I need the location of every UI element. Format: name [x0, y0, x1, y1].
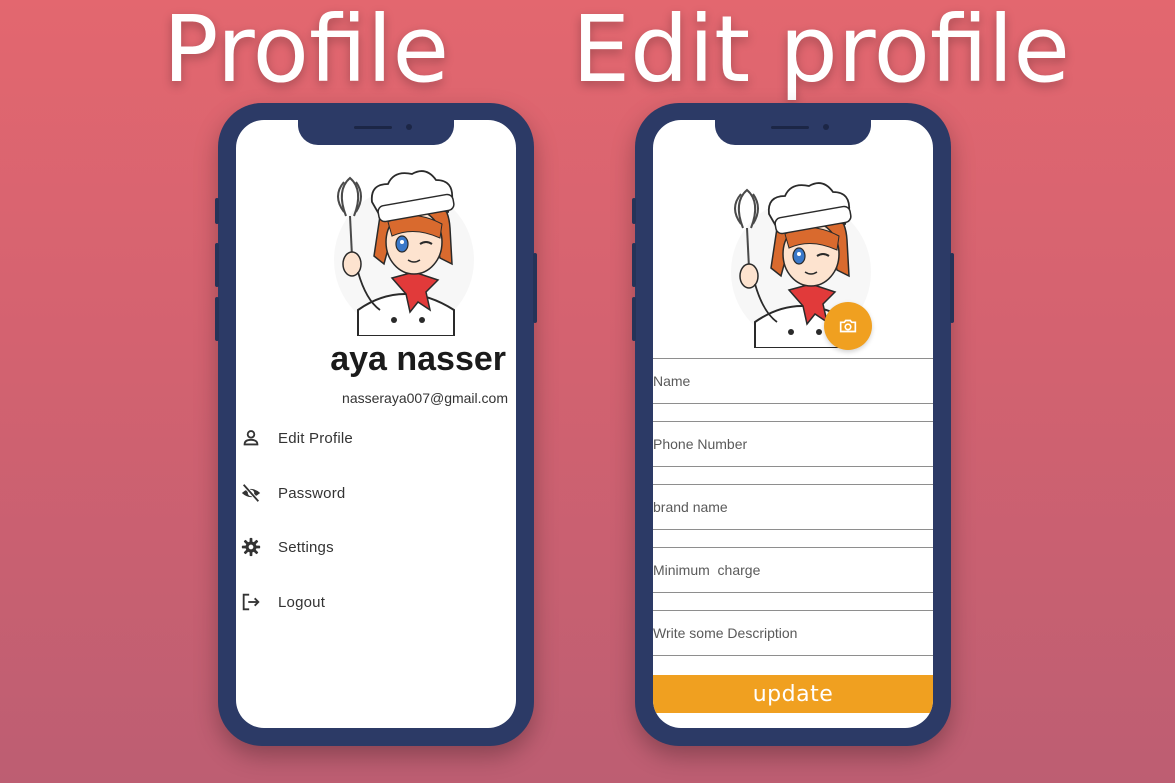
phone-notch [298, 119, 454, 145]
menu-item-label: Edit Profile [278, 429, 353, 447]
menu-item-label: Settings [278, 538, 334, 556]
name-field[interactable] [653, 358, 933, 404]
minimum-charge-input[interactable] [653, 548, 933, 592]
change-photo-button[interactable] [824, 302, 872, 350]
volume-down-button [215, 297, 219, 341]
menu-item-label: Password [278, 484, 346, 502]
profile-screen: aya nasser nasseraya007@gmail.com Edit P… [236, 120, 516, 728]
profile-phone-frame: aya nasser nasseraya007@gmail.com Edit P… [215, 103, 537, 746]
phone-notch [715, 119, 871, 145]
brand-name-input[interactable] [653, 485, 933, 529]
volume-down-button [632, 297, 636, 341]
edit-profile-title: Edit profile [572, 0, 1071, 103]
eye-off-icon [240, 482, 262, 504]
volume-up-button [632, 243, 636, 287]
edit-profile-screen: update [653, 120, 933, 728]
logout-icon [240, 591, 262, 613]
mute-switch [215, 198, 219, 224]
person-icon [240, 427, 262, 449]
speaker-grille [771, 126, 809, 129]
description-field[interactable] [653, 610, 933, 656]
front-camera [406, 124, 412, 130]
volume-up-button [215, 243, 219, 287]
menu-item-edit-profile[interactable]: Edit Profile [240, 418, 500, 458]
menu-item-password[interactable]: Password [240, 473, 500, 513]
description-input[interactable] [653, 611, 933, 655]
camera-icon [839, 319, 857, 333]
update-button[interactable]: update [653, 675, 933, 713]
menu-item-label: Logout [278, 593, 326, 611]
edit-profile-phone-frame: update [632, 103, 954, 746]
power-button [950, 253, 954, 323]
profile-name: aya nasser [330, 340, 506, 378]
brand-name-field[interactable] [653, 484, 933, 530]
name-input[interactable] [653, 359, 933, 403]
profile-email: nasseraya007@gmail.com [342, 390, 508, 406]
power-button [533, 253, 537, 323]
menu-item-settings[interactable]: Settings [240, 527, 500, 567]
phone-number-input[interactable] [653, 422, 933, 466]
speaker-grille [354, 126, 392, 129]
chef-avatar-image [322, 160, 482, 336]
profile-title: Profile [163, 0, 450, 103]
front-camera [823, 124, 829, 130]
phone-number-field[interactable] [653, 421, 933, 467]
menu-item-logout[interactable]: Logout [240, 582, 500, 622]
mute-switch [632, 198, 636, 224]
minimum-charge-field[interactable] [653, 547, 933, 593]
gear-icon [240, 536, 262, 558]
